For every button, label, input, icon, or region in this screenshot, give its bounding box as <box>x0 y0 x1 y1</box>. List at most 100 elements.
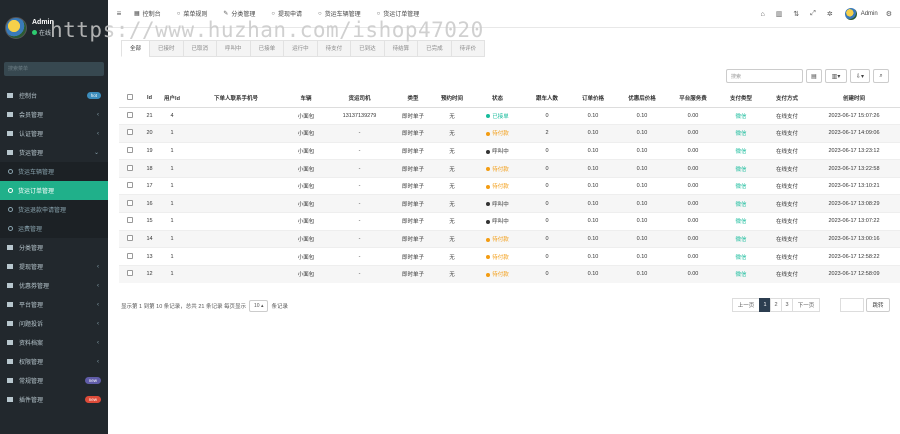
status-tab[interactable]: 待支付 <box>316 40 352 57</box>
cell-text: 小面包 <box>297 131 315 138</box>
status-tab[interactable]: 待结算 <box>383 40 419 57</box>
row-checkbox[interactable] <box>127 146 133 153</box>
status-tab[interactable]: 已接单 <box>249 40 285 57</box>
cell-text: 0.10 <box>587 235 599 242</box>
status-tab[interactable]: 呼叫中 <box>216 40 251 57</box>
table-row[interactable]: 12 1 小面包 - 即时单子 无 待付款 0 0.10 0.10 0.00 微信 在线支付 2023-0… <box>119 264 900 283</box>
sidebar-item[interactable]: 插件管理 new <box>0 390 108 409</box>
top-tab[interactable]: ✎ 分类管理 <box>215 0 263 28</box>
row-checkbox[interactable] <box>127 252 133 259</box>
fullscreen-icon[interactable]: ⤢ <box>810 10 816 18</box>
table-row[interactable]: 19 1 小面包 - 即时单子 无 呼叫中 0 0.10 0.10 0.00 微信 在线支付 2023-0… <box>119 141 900 160</box>
menu-toggle-icon[interactable]: ≡ <box>112 9 126 18</box>
status-tab[interactable]: 已到达 <box>350 40 385 57</box>
sidebar-item[interactable]: 货运订单管理 <box>0 181 108 200</box>
status-tab[interactable]: 已取消 <box>182 40 218 57</box>
status-tab[interactable]: 全部 <box>121 40 151 57</box>
top-tab-label: 分类管理 <box>231 12 256 18</box>
settings-icon[interactable]: ✲ <box>827 10 833 18</box>
status-tab[interactable]: 已完成 <box>417 40 452 57</box>
table-row[interactable]: 17 1 小面包 - 即时单子 无 待付款 0 0.10 0.10 0.00 微信 在线支付 2023-0… <box>119 176 900 195</box>
cell-text: 微信 <box>735 148 747 155</box>
sidebar-item[interactable]: 货运退款申请管理 <box>0 200 108 219</box>
table-row[interactable]: 20 1 小面包 - 即时单子 无 待付款 2 0.10 0.10 0.00 微信 在线支付 2023-0… <box>119 124 900 143</box>
cell-text: 0.00 <box>687 218 699 225</box>
sidebar-search-input[interactable]: 搜索菜单 <box>4 62 104 76</box>
sidebar-item[interactable]: 资料档案 ‹ <box>0 333 108 352</box>
prev-page-button[interactable]: 上一页 <box>732 298 760 312</box>
row-checkbox[interactable] <box>127 217 133 224</box>
jump-page-input[interactable] <box>840 298 864 312</box>
status-tab[interactable]: 待评价 <box>450 40 486 57</box>
sidebar-item[interactable]: 优惠券管理 ‹ <box>0 276 108 295</box>
sidebar-item[interactable]: 常规管理 new <box>0 371 108 390</box>
row-checkbox[interactable] <box>127 111 133 118</box>
column-header[interactable] <box>119 90 141 108</box>
table-row[interactable]: 16 1 小面包 - 即时单子 无 呼叫中 0 0.10 0.10 0.00 微信 在线支付 2023-0… <box>119 194 900 213</box>
row-checkbox[interactable] <box>127 182 133 189</box>
cell-text: 0.10 <box>587 253 599 260</box>
select-all-checkbox[interactable] <box>127 94 133 101</box>
top-tab[interactable]: ▦ 控制台 <box>126 0 169 28</box>
cell-text: 微信 <box>735 236 747 243</box>
table-row[interactable]: 14 1 小面包 - 即时单子 无 待付款 0 0.10 0.10 0.00 微信 在线支付 2023-0… <box>119 229 900 248</box>
cell-discount: 0.10 <box>616 264 668 283</box>
sidebar-item[interactable]: 会员管理 ‹ <box>0 105 108 124</box>
table-row[interactable]: 18 1 小面包 - 即时单子 无 待付款 0 0.10 0.10 0.00 微信 在线支付 2023-0… <box>119 159 900 178</box>
next-page-button[interactable]: 下一页 <box>792 298 820 312</box>
cell-text: 16 <box>146 200 153 207</box>
status-tab[interactable]: 运行中 <box>283 40 318 57</box>
cell-text: 0.00 <box>687 235 699 242</box>
admin-name[interactable]: Admin <box>861 11 878 17</box>
trash-icon[interactable]: ▥ <box>776 10 783 18</box>
top-tab[interactable]: ○ 货运车辆管理 <box>310 0 369 28</box>
admin-avatar[interactable] <box>844 8 857 20</box>
cell-phone <box>186 229 286 248</box>
top-tab[interactable]: ○ 货运订单管理 <box>369 0 428 28</box>
user-status-label: 在线 <box>39 31 52 37</box>
jump-button[interactable]: 跳转 <box>866 298 890 312</box>
home-icon[interactable]: ⌂ <box>760 11 764 18</box>
search-button[interactable]: ⌕ <box>873 69 889 83</box>
cell-pay-type: 微信 <box>718 159 764 178</box>
cell-followers: 0 <box>524 106 570 125</box>
columns-button[interactable]: ▥▾ <box>825 69 847 83</box>
page-size-select[interactable]: 10 ▴ <box>249 300 269 312</box>
sidebar-item[interactable]: 权限管理 ‹ <box>0 352 108 371</box>
export-button[interactable]: ⇩▾ <box>850 69 870 83</box>
refresh-icon[interactable]: ⇅ <box>793 10 799 18</box>
row-checkbox[interactable] <box>127 164 133 171</box>
cell-text: 0 <box>545 112 549 119</box>
cell-text: 4 <box>170 112 174 119</box>
gear-icon[interactable]: ⚙ <box>886 10 892 18</box>
toggle-view-button[interactable]: ▤ <box>806 69 822 83</box>
cell-text: 1 <box>170 271 174 278</box>
sidebar-item[interactable]: 问题投诉 ‹ <box>0 314 108 333</box>
table-search-input[interactable]: 搜索 <box>726 69 803 83</box>
sidebar-item[interactable]: 控制台 hot <box>0 86 108 105</box>
cell-text: 2023-06-17 13:22:58 <box>828 165 880 172</box>
sidebar-item[interactable]: 货运管理 ⌄ <box>0 143 108 162</box>
table-row[interactable]: 15 1 小面包 - 即时单子 无 呼叫中 0 0.10 0.10 0.00 微信 在线支付 2023-0… <box>119 212 900 231</box>
chevron-icon: ‹ <box>97 339 99 346</box>
row-checkbox[interactable] <box>127 129 133 136</box>
sidebar-item[interactable]: 货运车辆管理 <box>0 162 108 181</box>
top-tab[interactable]: ○ 菜单规则 <box>169 0 216 28</box>
row-checkbox[interactable] <box>127 199 133 206</box>
avatar[interactable] <box>5 17 27 39</box>
sidebar-item[interactable]: 平台管理 ‹ <box>0 295 108 314</box>
cell-pay-method: 在线支付 <box>764 141 810 160</box>
sidebar-item[interactable]: 认证管理 ‹ <box>0 124 108 143</box>
status-tab[interactable]: 已接时 <box>149 40 184 57</box>
sidebar-item[interactable]: 运费管理 <box>0 219 108 238</box>
row-checkbox[interactable] <box>127 270 133 277</box>
cell-text: 无 <box>449 113 455 120</box>
cell-text: 0.10 <box>636 112 648 119</box>
table-row[interactable]: 21 4 小面包 13137139279 即时单子 无 已接单 0 0.10 0.10 0.00 微信… <box>119 106 900 125</box>
sidebar-item[interactable]: 提现管理 ‹ <box>0 257 108 276</box>
table-row[interactable]: 13 1 小面包 - 即时单子 无 待付款 0 0.10 0.10 0.00 微信 在线支付 2023-0… <box>119 247 900 266</box>
row-checkbox[interactable] <box>127 234 133 241</box>
circle-icon <box>8 188 13 193</box>
sidebar-item[interactable]: 分类管理 <box>0 238 108 257</box>
top-tab[interactable]: ○ 提现申请 <box>263 0 310 28</box>
